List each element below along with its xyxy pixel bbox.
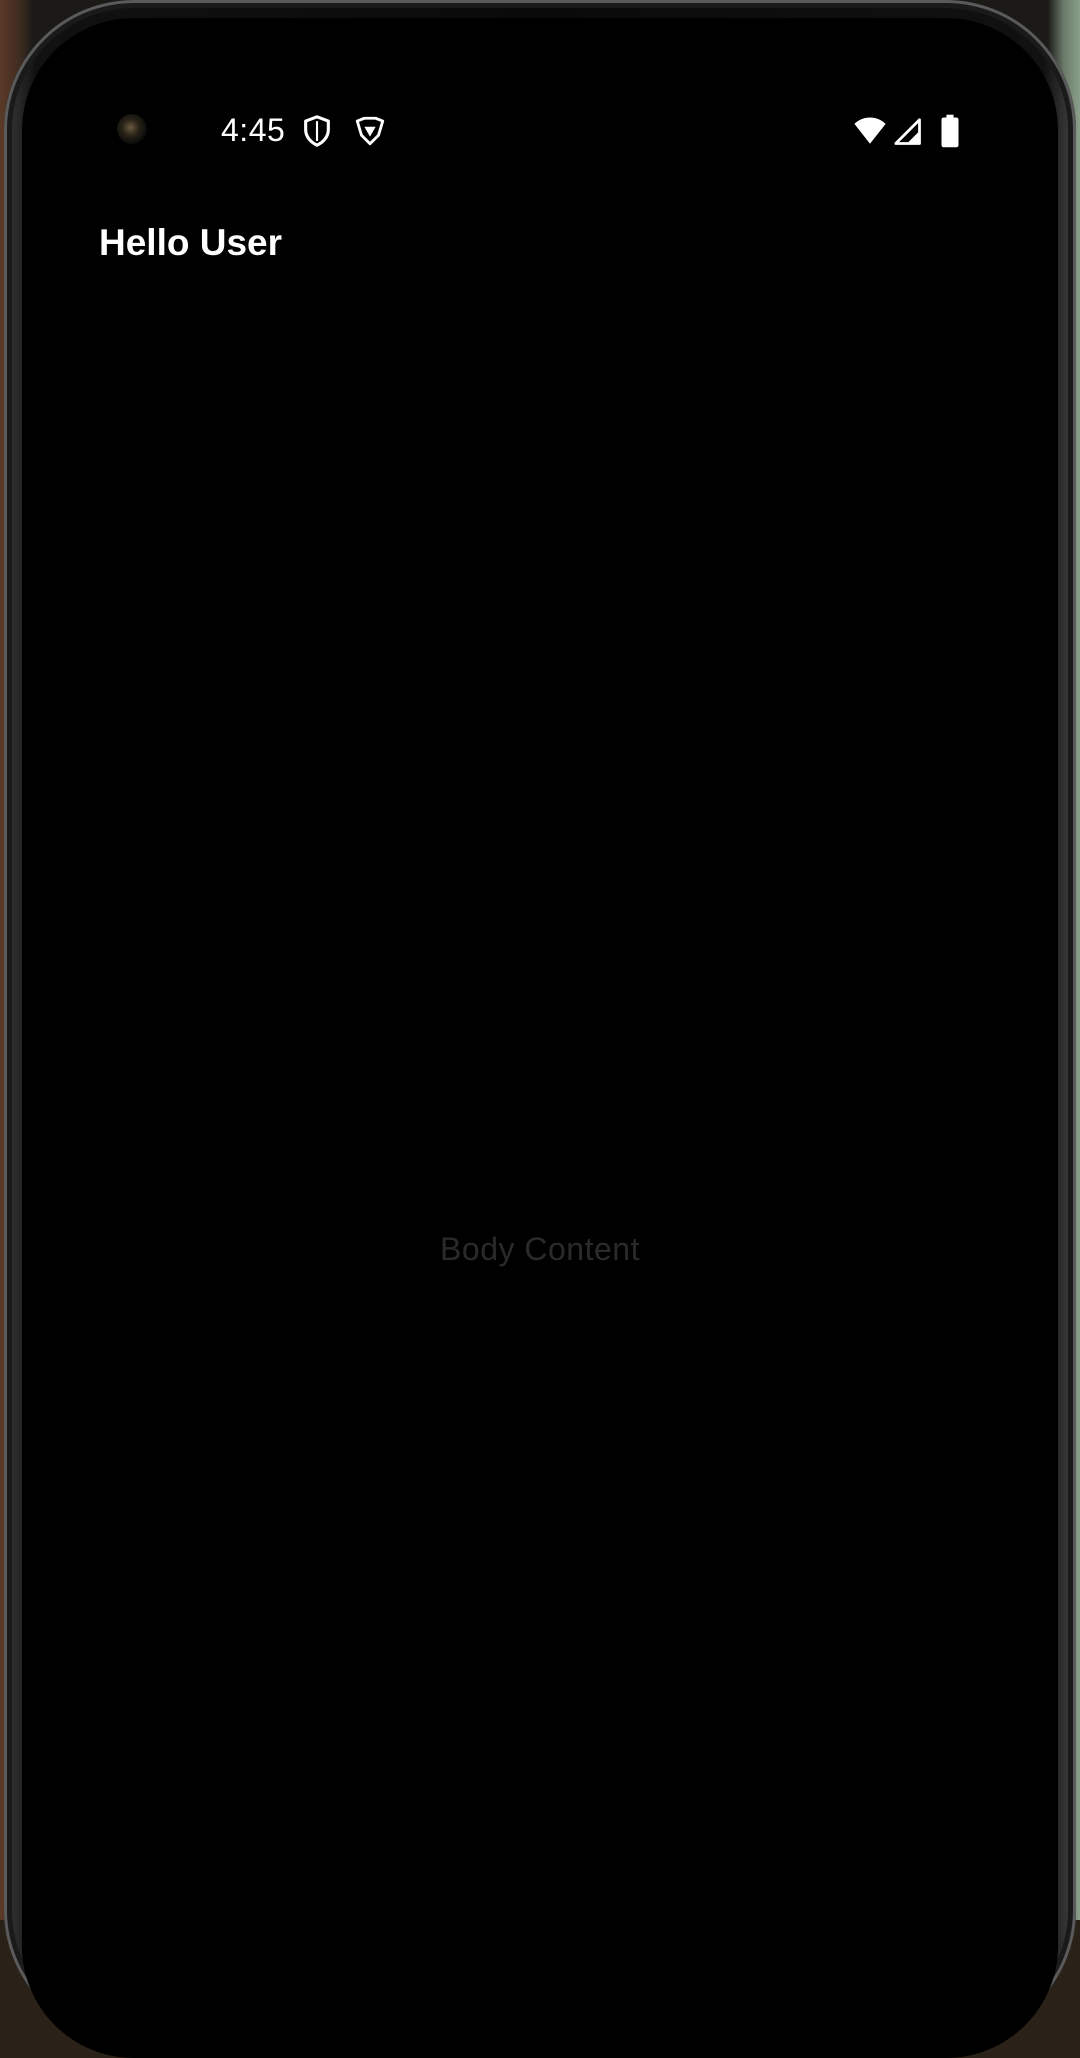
page-title: Hello User <box>99 222 283 263</box>
status-time: 4:45 <box>221 112 286 148</box>
wifi-icon <box>852 114 888 148</box>
phone-screen: 4:45 Hello User Body Content <box>22 18 1058 2058</box>
cellular-signal-icon <box>892 114 922 148</box>
status-bar: 4:45 <box>22 18 1058 168</box>
body-content-text: Body Content <box>440 1231 640 1267</box>
vpn-shield-icon <box>300 114 334 148</box>
brave-shield-icon <box>353 114 387 148</box>
battery-icon <box>939 114 961 148</box>
phone-frame: 4:45 Hello User Body Content <box>4 0 1076 2058</box>
